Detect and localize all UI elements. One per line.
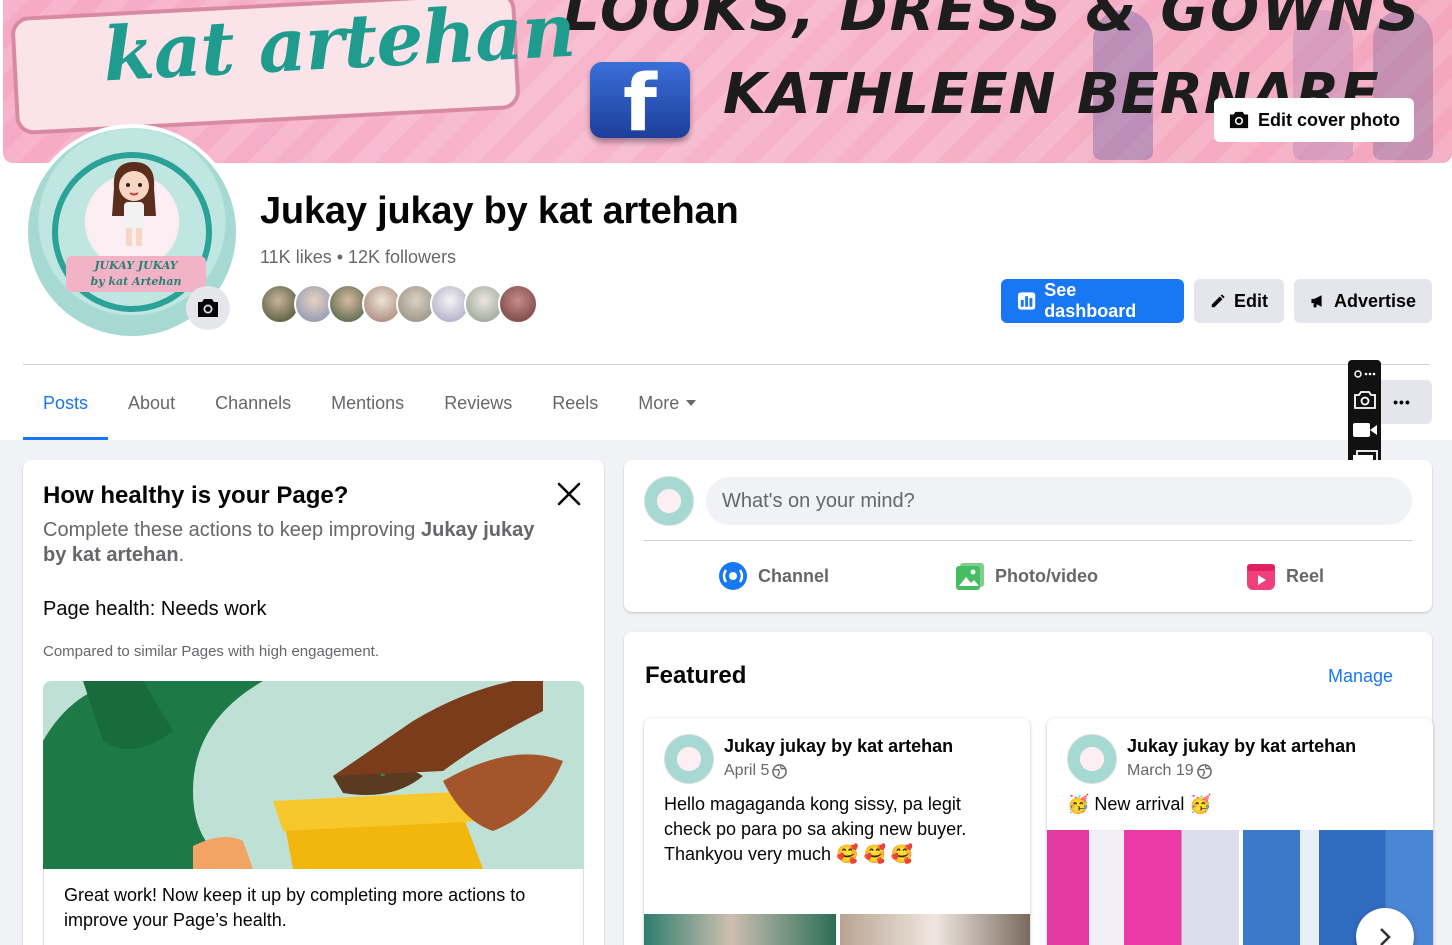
update-profile-picture-button[interactable]: [186, 286, 230, 330]
page-health-compare-note: Compared to similar Pages with high enga…: [43, 643, 380, 660]
reel-clapper-icon: [1247, 564, 1275, 590]
header-divider: [23, 364, 1430, 365]
camera-icon: [198, 299, 218, 317]
post-text: Hello magaganda kong sissy, pa legit che…: [664, 794, 967, 864]
plate-line-1: JUKAY JUKAY: [94, 259, 178, 272]
post-image[interactable]: [840, 914, 1030, 945]
watering-plant-icon: [43, 681, 563, 869]
page-health-caption: Great work! Now keep it up by completing…: [43, 869, 584, 945]
post-image[interactable]: [644, 914, 836, 945]
post-author-name[interactable]: Jukay jukay by kat artehan: [1127, 736, 1356, 757]
edit-cover-photo-label: Edit cover photo: [1258, 109, 1401, 130]
tab-more[interactable]: More: [618, 366, 717, 440]
screenshot-camera-icon[interactable]: [1353, 390, 1377, 410]
post-date[interactable]: March 19: [1127, 762, 1212, 780]
reel-action-label: Reel: [1286, 565, 1325, 586]
post-text: 🥳 New arrival 🥳: [1067, 794, 1212, 814]
page-health-subtitle: Complete these actions to keep improving…: [43, 519, 535, 566]
photo-video-icon: [956, 563, 984, 590]
facebook-page-view: LOOKS, DRESS & GOWNS kat artehan f KATHL…: [0, 0, 1452, 945]
post-date[interactable]: April 5: [724, 762, 788, 780]
caret-down-icon: [686, 400, 697, 406]
tab-posts[interactable]: Posts: [23, 366, 109, 440]
see-dashboard-label: See dashboard: [1044, 280, 1137, 321]
facebook-logo-icon: f: [590, 62, 690, 146]
channel-action-button[interactable]: Channel: [718, 558, 829, 594]
channel-broadcast-icon: [719, 562, 747, 590]
featured-post[interactable]: Jukay jukay by kat artehan April 5 Hello…: [644, 718, 1030, 945]
composer-divider: [644, 540, 1412, 541]
advertise-button[interactable]: Advertise: [1294, 279, 1432, 323]
channel-action-label: Channel: [758, 565, 830, 586]
edit-button[interactable]: Edit: [1194, 279, 1284, 323]
camera-icon: [1229, 111, 1249, 129]
follower-avatars[interactable]: [260, 284, 538, 324]
close-icon[interactable]: [553, 478, 585, 510]
cartoon-girl-avatar-icon: [112, 162, 156, 246]
chevron-right-icon: [1380, 928, 1391, 945]
photo-video-action-button[interactable]: Photo/video: [955, 558, 1098, 594]
edit-cover-photo-button[interactable]: Edit cover photo: [1214, 98, 1415, 142]
page-health-card: How healthy is your Page? Complete these…: [23, 460, 604, 945]
featured-section: Featured Manage Jukay jukay by kat arteh…: [624, 632, 1433, 945]
composer-avatar[interactable]: [644, 476, 694, 526]
tab-reels[interactable]: Reels: [532, 366, 618, 440]
page-title: Jukay jukay by kat artehan: [260, 190, 739, 232]
page-health-status: Page health: Needs work: [43, 598, 267, 620]
featured-title: Featured: [645, 662, 747, 689]
follower-avatar[interactable]: [498, 284, 538, 324]
tab-mentions[interactable]: Mentions: [311, 366, 424, 440]
tab-reviews[interactable]: Reviews: [424, 366, 532, 440]
cover-banner-text: LOOKS, DRESS & GOWNS: [563, 0, 1422, 44]
plant-care-illustration: [43, 681, 584, 869]
advertise-label: Advertise: [1333, 290, 1416, 311]
page-stats[interactable]: 11K likes • 12K followers: [260, 247, 456, 268]
edit-label: Edit: [1234, 290, 1268, 311]
megaphone-icon: [1311, 295, 1322, 308]
toolbar-menu-icon[interactable]: [1353, 369, 1377, 379]
post-composer: What's on your mind? Channel Photo/video…: [624, 460, 1432, 612]
more-options-button[interactable]: •••: [1372, 380, 1432, 424]
reel-action-button[interactable]: Reel: [1246, 558, 1324, 594]
tab-about[interactable]: About: [108, 366, 195, 440]
profile-plate: JUKAY JUKAY by kat Artehan: [66, 256, 206, 292]
post-author-name[interactable]: Jukay jukay by kat artehan: [724, 736, 953, 757]
whats-on-your-mind-input[interactable]: What's on your mind?: [706, 477, 1412, 525]
post-author-avatar[interactable]: [1067, 734, 1117, 784]
post-image[interactable]: [1047, 830, 1239, 945]
dashboard-chart-icon: [1017, 292, 1036, 310]
plate-line-2: by kat Artehan: [90, 275, 182, 288]
globe-icon: [772, 763, 788, 779]
page-health-title: How healthy is your Page?: [43, 482, 349, 509]
photo-video-action-label: Photo/video: [995, 565, 1098, 586]
tab-channels[interactable]: Channels: [195, 366, 311, 440]
pencil-icon: [1211, 294, 1225, 308]
video-record-icon[interactable]: [1352, 421, 1378, 439]
post-author-avatar[interactable]: [664, 734, 714, 784]
manage-featured-link[interactable]: Manage: [1328, 666, 1393, 687]
see-dashboard-button[interactable]: See dashboard: [1001, 279, 1184, 323]
page-tabs: Posts About Channels Mentions Reviews Re…: [23, 366, 717, 440]
globe-icon: [1196, 763, 1212, 779]
